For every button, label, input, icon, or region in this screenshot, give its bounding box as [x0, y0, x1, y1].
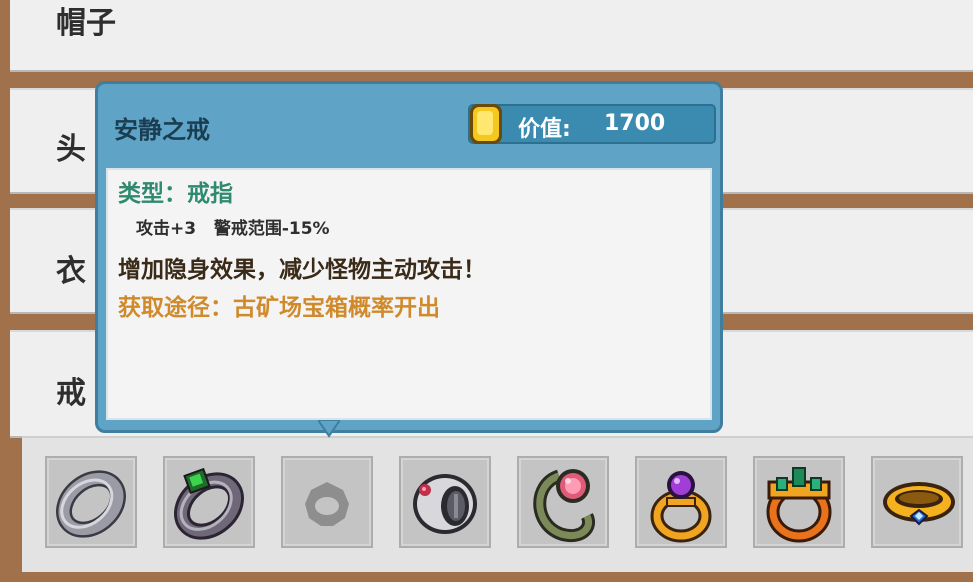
item-description: 增加隐身效果，减少怪物主动攻击！ — [118, 257, 486, 283]
ruby-silver-ring-icon — [413, 474, 477, 534]
silver-ring-icon — [56, 470, 126, 538]
equipment-screen: 帽子 头 衣 戒 安静之戒 价值: 1700 类型：戒指 攻击+3 警戒范围-1… — [0, 0, 973, 582]
category-label-body: 衣 — [56, 254, 86, 289]
tooltip-pointer — [318, 420, 340, 438]
value-label: 价值: — [518, 117, 571, 142]
value-amount: 1700 — [604, 111, 666, 136]
item-type: 类型：戒指 — [118, 181, 233, 207]
category-label-head: 头 — [56, 132, 86, 167]
ring-item-tray — [22, 436, 973, 572]
item-tooltip: 安静之戒 价值: 1700 类型：戒指 攻击+3 警戒范围-15% 增加隐身效果… — [95, 81, 723, 438]
category-row-hat[interactable]: 帽子 — [10, 0, 973, 72]
tooltip-body: 类型：戒指 攻击+3 警戒范围-15% 增加隐身效果，减少怪物主动攻击！ 获取途… — [106, 168, 712, 420]
category-label-ring: 戒 — [56, 376, 86, 411]
item-slot-4[interactable] — [399, 456, 491, 548]
diamond-gold-band-icon — [883, 482, 955, 526]
item-slot-8[interactable] — [871, 456, 963, 548]
item-slot-5[interactable] — [517, 456, 609, 548]
item-slot-1[interactable] — [45, 456, 137, 548]
item-stats: 攻击+3 警戒范围-15% — [136, 219, 330, 239]
pink-gem-vine-ring-icon — [533, 469, 595, 542]
value-display: 价值: 1700 — [468, 104, 716, 144]
gold-coin-icon — [470, 104, 502, 144]
emerald-crown-ring-icon — [766, 467, 832, 543]
emerald-dark-ring-icon — [174, 467, 244, 540]
item-name: 安静之戒 — [114, 116, 210, 144]
item-slot-3[interactable] — [281, 456, 373, 548]
item-slot-6[interactable] — [635, 456, 727, 548]
category-label-hat: 帽子 — [56, 6, 116, 41]
item-slot-2[interactable] — [163, 456, 255, 548]
amethyst-gold-ring-icon — [650, 471, 712, 543]
tooltip-header: 安静之戒 价值: 1700 — [98, 84, 720, 166]
item-slot-7[interactable] — [753, 456, 845, 548]
item-source: 获取途径：古矿场宝箱概率开出 — [118, 295, 440, 321]
ring-silhouette-icon — [305, 482, 349, 526]
